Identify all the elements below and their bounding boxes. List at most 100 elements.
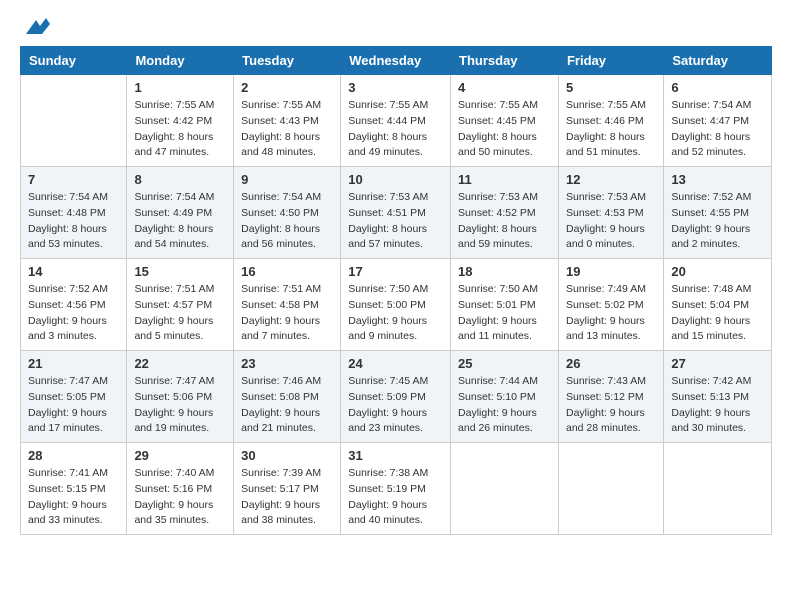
day-number: 15 — [134, 264, 226, 279]
header-row: SundayMondayTuesdayWednesdayThursdayFrid… — [21, 47, 772, 75]
day-cell: 26Sunrise: 7:43 AMSunset: 5:12 PMDayligh… — [558, 351, 663, 443]
week-row-1: 1Sunrise: 7:55 AMSunset: 4:42 PMDaylight… — [21, 75, 772, 167]
day-number: 26 — [566, 356, 656, 371]
day-number: 12 — [566, 172, 656, 187]
day-number: 13 — [671, 172, 764, 187]
day-cell: 10 Sunrise: 7:53 AMSunset: 4:51 PMDayligh… — [341, 167, 451, 259]
day-number: 5 — [566, 80, 656, 95]
day-info: Sunrise: 7:40 AMSunset: 5:16 PMDaylight:… — [134, 466, 226, 529]
day-cell: 21 Sunrise: 7:47 AMSunset: 5:05 PMDayligh… — [21, 351, 127, 443]
day-number: 21 — [28, 356, 119, 371]
day-info: Sunrise: 7:54 AMSunset: 4:50 PMDaylight:… — [241, 190, 333, 253]
day-info: Sunrise: 7:53 AMSunset: 4:52 PMDaylight:… — [458, 190, 551, 253]
day-cell: 2 Sunrise: 7:55 AMSunset: 4:43 PMDaylight… — [234, 75, 341, 167]
day-info: Sunrise: 7:39 AMSunset: 5:17 PMDaylight:… — [241, 466, 333, 529]
day-info: Sunrise: 7:55 AMSunset: 4:44 PMDaylight:… — [348, 98, 443, 161]
day-info: Sunrise: 7:54 AMSunset: 4:47 PMDaylight:… — [671, 98, 764, 161]
day-cell: 12Sunrise: 7:53 AMSunset: 4:53 PMDayligh… — [558, 167, 663, 259]
calendar-table: SundayMondayTuesdayWednesdayThursdayFrid… — [20, 46, 772, 535]
day-cell: 6 Sunrise: 7:54 AMSunset: 4:47 PMDaylight… — [664, 75, 772, 167]
day-cell: 15 Sunrise: 7:51 AMSunset: 4:57 PMDayligh… — [127, 259, 234, 351]
day-info: Sunrise: 7:52 AMSunset: 4:55 PMDaylight:… — [671, 190, 764, 253]
day-info: Sunrise: 7:47 AMSunset: 5:05 PMDaylight:… — [28, 374, 119, 437]
day-cell: 5 Sunrise: 7:55 AMSunset: 4:46 PMDaylight… — [558, 75, 663, 167]
day-number: 30 — [241, 448, 333, 463]
logo — [20, 20, 50, 32]
day-cell: 11 Sunrise: 7:53 AMSunset: 4:52 PMDayligh… — [451, 167, 559, 259]
day-number: 9 — [241, 172, 333, 187]
page: SundayMondayTuesdayWednesdayThursdayFrid… — [0, 0, 792, 555]
day-cell: 8Sunrise: 7:54 AMSunset: 4:49 PMDaylight… — [127, 167, 234, 259]
day-cell: 29 Sunrise: 7:40 AMSunset: 5:16 PMDayligh… — [127, 443, 234, 535]
day-number: 2 — [241, 80, 333, 95]
day-cell: 23 Sunrise: 7:46 AMSunset: 5:08 PMDayligh… — [234, 351, 341, 443]
day-info: Sunrise: 7:54 AMSunset: 4:49 PMDaylight:… — [134, 190, 226, 253]
day-number: 4 — [458, 80, 551, 95]
week-row-3: 14Sunrise: 7:52 AMSunset: 4:56 PMDayligh… — [21, 259, 772, 351]
day-cell: 19 Sunrise: 7:49 AMSunset: 5:02 PMDayligh… — [558, 259, 663, 351]
day-cell: 14Sunrise: 7:52 AMSunset: 4:56 PMDayligh… — [21, 259, 127, 351]
day-cell: 22 Sunrise: 7:47 AMSunset: 5:06 PMDayligh… — [127, 351, 234, 443]
day-info: Sunrise: 7:55 AMSunset: 4:45 PMDaylight:… — [458, 98, 551, 161]
day-info: Sunrise: 7:47 AMSunset: 5:06 PMDaylight:… — [134, 374, 226, 437]
col-header-wednesday: Wednesday — [341, 47, 451, 75]
day-number: 24 — [348, 356, 443, 371]
day-number: 27 — [671, 356, 764, 371]
week-row-4: 21 Sunrise: 7:47 AMSunset: 5:05 PMDayligh… — [21, 351, 772, 443]
col-header-sunday: Sunday — [21, 47, 127, 75]
day-cell — [664, 443, 772, 535]
day-cell: 17Sunrise: 7:50 AMSunset: 5:00 PMDayligh… — [341, 259, 451, 351]
day-number: 7 — [28, 172, 119, 187]
day-cell: 24 Sunrise: 7:45 AMSunset: 5:09 PMDayligh… — [341, 351, 451, 443]
col-header-monday: Monday — [127, 47, 234, 75]
day-cell: 25Sunrise: 7:44 AMSunset: 5:10 PMDayligh… — [451, 351, 559, 443]
day-number: 10 — [348, 172, 443, 187]
day-info: Sunrise: 7:49 AMSunset: 5:02 PMDaylight:… — [566, 282, 656, 345]
day-info: Sunrise: 7:41 AMSunset: 5:15 PMDaylight:… — [28, 466, 119, 529]
day-number: 6 — [671, 80, 764, 95]
day-cell — [21, 75, 127, 167]
day-info: Sunrise: 7:50 AMSunset: 5:01 PMDaylight:… — [458, 282, 551, 345]
day-cell: 7Sunrise: 7:54 AMSunset: 4:48 PMDaylight… — [21, 167, 127, 259]
day-cell: 3 Sunrise: 7:55 AMSunset: 4:44 PMDaylight… — [341, 75, 451, 167]
day-info: Sunrise: 7:46 AMSunset: 5:08 PMDaylight:… — [241, 374, 333, 437]
day-cell: 1Sunrise: 7:55 AMSunset: 4:42 PMDaylight… — [127, 75, 234, 167]
day-cell: 27 Sunrise: 7:42 AMSunset: 5:13 PMDayligh… — [664, 351, 772, 443]
day-number: 19 — [566, 264, 656, 279]
day-cell: 9 Sunrise: 7:54 AMSunset: 4:50 PMDaylight… — [234, 167, 341, 259]
day-info: Sunrise: 7:44 AMSunset: 5:10 PMDaylight:… — [458, 374, 551, 437]
day-cell: 30 Sunrise: 7:39 AMSunset: 5:17 PMDayligh… — [234, 443, 341, 535]
day-number: 28 — [28, 448, 119, 463]
day-number: 29 — [134, 448, 226, 463]
col-header-saturday: Saturday — [664, 47, 772, 75]
day-cell: 13 Sunrise: 7:52 AMSunset: 4:55 PMDayligh… — [664, 167, 772, 259]
day-cell: 31Sunrise: 7:38 AMSunset: 5:19 PMDayligh… — [341, 443, 451, 535]
day-info: Sunrise: 7:55 AMSunset: 4:46 PMDaylight:… — [566, 98, 656, 161]
day-info: Sunrise: 7:38 AMSunset: 5:19 PMDaylight:… — [348, 466, 443, 529]
day-info: Sunrise: 7:53 AMSunset: 4:51 PMDaylight:… — [348, 190, 443, 253]
week-row-2: 7Sunrise: 7:54 AMSunset: 4:48 PMDaylight… — [21, 167, 772, 259]
day-number: 23 — [241, 356, 333, 371]
day-info: Sunrise: 7:45 AMSunset: 5:09 PMDaylight:… — [348, 374, 443, 437]
day-cell: 16 Sunrise: 7:51 AMSunset: 4:58 PMDayligh… — [234, 259, 341, 351]
day-cell — [451, 443, 559, 535]
day-cell: 20Sunrise: 7:48 AMSunset: 5:04 PMDayligh… — [664, 259, 772, 351]
day-number: 22 — [134, 356, 226, 371]
day-number: 1 — [134, 80, 226, 95]
day-number: 3 — [348, 80, 443, 95]
day-info: Sunrise: 7:51 AMSunset: 4:57 PMDaylight:… — [134, 282, 226, 345]
day-info: Sunrise: 7:48 AMSunset: 5:04 PMDaylight:… — [671, 282, 764, 345]
day-info: Sunrise: 7:55 AMSunset: 4:43 PMDaylight:… — [241, 98, 333, 161]
day-info: Sunrise: 7:52 AMSunset: 4:56 PMDaylight:… — [28, 282, 119, 345]
day-info: Sunrise: 7:42 AMSunset: 5:13 PMDaylight:… — [671, 374, 764, 437]
day-number: 11 — [458, 172, 551, 187]
day-cell: 18 Sunrise: 7:50 AMSunset: 5:01 PMDayligh… — [451, 259, 559, 351]
week-row-5: 28 Sunrise: 7:41 AMSunset: 5:15 PMDayligh… — [21, 443, 772, 535]
day-number: 18 — [458, 264, 551, 279]
col-header-tuesday: Tuesday — [234, 47, 341, 75]
day-info: Sunrise: 7:51 AMSunset: 4:58 PMDaylight:… — [241, 282, 333, 345]
day-cell: 28 Sunrise: 7:41 AMSunset: 5:15 PMDayligh… — [21, 443, 127, 535]
day-cell — [558, 443, 663, 535]
col-header-thursday: Thursday — [451, 47, 559, 75]
day-number: 16 — [241, 264, 333, 279]
